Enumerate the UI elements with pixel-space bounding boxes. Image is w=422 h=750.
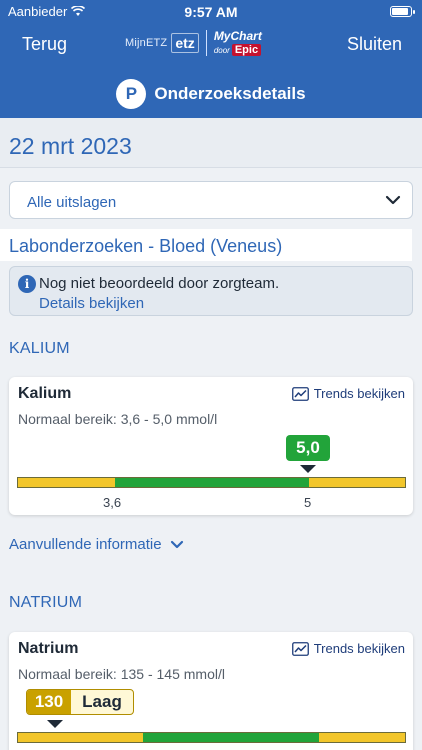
value-flag: Laag <box>82 692 122 711</box>
section-heading-natrium: NATRIUM <box>9 594 83 611</box>
trends-label: Trends bekijken <box>313 641 405 656</box>
trend-chart-icon <box>291 641 309 656</box>
range-high-label: 5 <box>304 495 312 510</box>
more-info-label: Aanvullende informatie <box>9 536 162 553</box>
value-badge: 5,0 <box>286 435 330 461</box>
logo-mychart-text: MyChart <box>213 28 262 43</box>
range-high-segment <box>309 478 405 487</box>
range-normal-segment <box>143 733 319 742</box>
review-notice: i Nog niet beoordeeld door zorgteam. Det… <box>9 266 413 316</box>
logo-epic-text: Epic <box>231 43 262 56</box>
value-marker <box>300 465 316 473</box>
lab-title: Labonderzoeken - Bloed (Veneus) <box>9 236 283 256</box>
range-low-segment <box>18 478 115 487</box>
nav-row: Terug MijnETZ etz MyChart door Epic Sluit… <box>0 28 422 60</box>
patient-avatar[interactable]: P <box>116 79 147 109</box>
trends-button[interactable]: Trends bekijken <box>291 386 405 401</box>
info-icon: i <box>18 275 36 293</box>
chevron-down-icon <box>385 195 401 205</box>
logo: MijnETZ etz MyChart door Epic <box>125 28 295 58</box>
details-link[interactable]: Details bekijken <box>39 295 144 312</box>
logo-divider <box>205 30 207 56</box>
date-row: 22 mrt 2023 <box>0 118 422 168</box>
value-badge: 130 Laag <box>26 689 134 715</box>
page-title: Onderzoeksdetails <box>154 84 306 103</box>
clock: 9:57 AM <box>184 4 238 20</box>
range-bar <box>17 732 406 743</box>
trends-button[interactable]: Trends bekijken <box>291 641 405 656</box>
app-header: Aanbieder 9:57 AM Terug MijnETZ etz MyCh… <box>0 0 422 118</box>
range-bar <box>17 477 406 488</box>
more-info-toggle[interactable]: Aanvullende informatie <box>9 536 184 553</box>
battery-icon <box>390 6 415 17</box>
range-normal-segment <box>115 478 309 487</box>
value-marker <box>47 720 63 728</box>
range-low-segment <box>18 733 143 742</box>
section-heading-kalium: KALIUM <box>9 340 70 357</box>
trends-label: Trends bekijken <box>313 386 405 401</box>
notice-text: Nog niet beoordeeld door zorgteam. <box>39 275 280 292</box>
results-filter-select[interactable]: Alle uitslagen <box>9 181 413 219</box>
logo-door-text: door <box>213 45 230 55</box>
back-button[interactable]: Terug <box>22 34 67 55</box>
value-number: 130 <box>27 690 71 714</box>
logo-etz: etz <box>171 33 199 53</box>
trend-chart-icon <box>291 386 309 401</box>
status-bar: Aanbieder 9:57 AM <box>0 0 422 24</box>
filter-selected-value: Alle uitslagen <box>27 194 117 211</box>
logo-mychart: MyChart door Epic <box>214 30 262 57</box>
normal-range: Normaal bereik: 3,6 - 5,0 mmol/l <box>18 411 218 427</box>
normal-range: Normaal bereik: 135 - 145 mmol/l <box>18 666 225 682</box>
logo-mijnetz: MijnETZ <box>125 37 168 49</box>
title-row: P Onderzoeksdetails <box>0 78 422 110</box>
close-button[interactable]: Sluiten <box>347 34 402 55</box>
result-card-kalium: Kalium Trends bekijken Normaal bereik: 3… <box>9 377 413 515</box>
range-high-segment <box>319 733 405 742</box>
range-low-label: 3,6 <box>103 495 122 510</box>
lab-title-bar: Labonderzoeken - Bloed (Veneus) <box>0 229 412 261</box>
chevron-down-icon <box>170 540 183 548</box>
result-card-natrium: Natrium Trends bekijken Normaal bereik: … <box>9 632 413 750</box>
result-name: Natrium <box>18 640 79 657</box>
result-name: Kalium <box>18 385 72 402</box>
result-date: 22 mrt 2023 <box>9 133 132 159</box>
